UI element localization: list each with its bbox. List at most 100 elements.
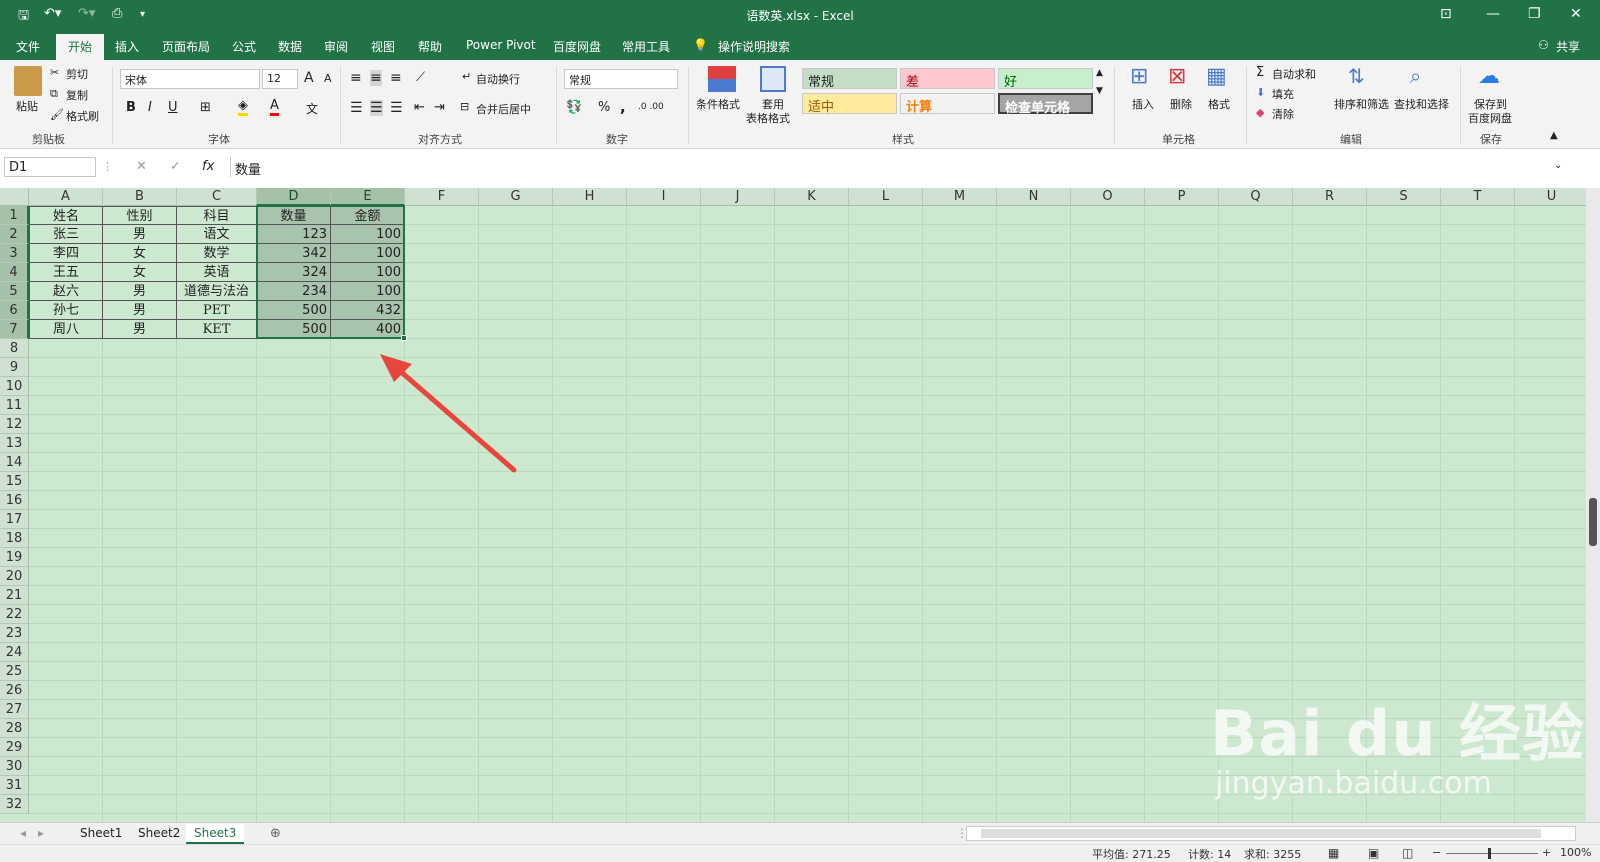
cell-b5[interactable]: 男 xyxy=(103,282,177,301)
copy-icon[interactable]: ⧉ xyxy=(50,87,58,101)
column-header-j[interactable]: J xyxy=(701,188,775,206)
style-good[interactable]: 好 xyxy=(998,68,1093,90)
styles-scroll-up-icon[interactable]: ▲ xyxy=(1096,68,1103,78)
table-format-icon[interactable] xyxy=(760,66,786,92)
row-header-32[interactable]: 32 xyxy=(0,795,29,814)
font-name-select[interactable]: 宋体 xyxy=(120,69,260,89)
cell-c3[interactable]: 数学 xyxy=(177,244,257,263)
tab-power-pivot[interactable]: Power Pivot xyxy=(466,38,536,52)
cell-e6[interactable]: 432 xyxy=(331,301,405,320)
formula-bar-menu-icon[interactable]: ⋮ xyxy=(102,160,113,173)
underline-button[interactable]: U xyxy=(168,100,178,115)
horizontal-scrollbar[interactable] xyxy=(966,826,1576,841)
row-header-17[interactable]: 17 xyxy=(0,510,29,529)
cell-d6[interactable]: 500 xyxy=(257,301,331,320)
conditional-format-button[interactable]: 条件格式 xyxy=(696,96,740,112)
close-icon[interactable]: ✕ xyxy=(1570,6,1582,22)
row-header-1[interactable]: 1 xyxy=(0,206,29,225)
decrease-indent-icon[interactable]: ⇤ xyxy=(414,100,425,115)
formula-input[interactable]: 数量 xyxy=(230,157,1564,178)
tab-view[interactable]: 视图 xyxy=(371,38,395,55)
column-header-c[interactable]: C xyxy=(177,188,257,206)
cut-icon[interactable]: ✂ xyxy=(50,66,59,79)
shrink-font-button[interactable]: A xyxy=(324,72,332,85)
cell-b2[interactable]: 男 xyxy=(103,225,177,244)
tab-home[interactable]: 开始 xyxy=(56,34,105,63)
tab-file[interactable]: 文件 xyxy=(16,38,40,55)
row-header-22[interactable]: 22 xyxy=(0,605,29,624)
paste-icon[interactable] xyxy=(14,66,42,96)
row-header-7[interactable]: 7 xyxy=(0,320,29,339)
tab-data[interactable]: 数据 xyxy=(278,38,302,55)
style-normal[interactable]: 常规 xyxy=(802,68,897,90)
find-select-button[interactable]: 查找和选择 xyxy=(1394,96,1449,112)
zoom-out-icon[interactable]: − xyxy=(1432,846,1441,859)
row-header-15[interactable]: 15 xyxy=(0,472,29,491)
column-header-d[interactable]: D xyxy=(257,188,331,206)
grow-font-button[interactable]: A xyxy=(304,70,314,86)
find-select-icon[interactable]: ⌕ xyxy=(1410,64,1421,88)
copy-button[interactable]: 复制 xyxy=(66,87,88,103)
autosum-button[interactable]: 自动求和 xyxy=(1272,66,1316,82)
column-header-p[interactable]: P xyxy=(1145,188,1219,206)
sheet-tab-3[interactable]: Sheet3 xyxy=(186,824,245,844)
row-header-6[interactable]: 6 xyxy=(0,301,29,320)
cell-b7[interactable]: 男 xyxy=(103,320,177,339)
tab-page-layout[interactable]: 页面布局 xyxy=(162,38,210,55)
orientation-icon[interactable]: ⟋ xyxy=(416,70,425,85)
cell-e4[interactable]: 100 xyxy=(331,263,405,282)
tab-review[interactable]: 审阅 xyxy=(324,38,348,55)
share-button[interactable]: 共享 xyxy=(1556,38,1580,55)
row-header-21[interactable]: 21 xyxy=(0,586,29,605)
bold-button[interactable]: B xyxy=(126,100,136,115)
font-color-button[interactable]: A xyxy=(270,98,279,116)
number-format-select[interactable]: 常规 xyxy=(564,69,678,89)
wrap-text-button[interactable]: 自动换行 xyxy=(476,71,520,87)
tab-insert[interactable]: 插入 xyxy=(115,38,139,55)
cut-button[interactable]: 剪切 xyxy=(66,66,88,82)
style-calculation[interactable]: 计算 xyxy=(900,93,995,115)
zoom-slider[interactable] xyxy=(1446,853,1538,854)
cell-e2[interactable]: 100 xyxy=(331,225,405,244)
cancel-icon[interactable]: ✕ xyxy=(136,159,147,174)
insert-cells-icon[interactable]: ⊞ xyxy=(1130,64,1148,89)
style-neutral[interactable]: 适中 xyxy=(802,93,897,115)
row-header-19[interactable]: 19 xyxy=(0,548,29,567)
page-break-view-icon[interactable]: ◫ xyxy=(1402,846,1413,860)
cell-e7[interactable]: 400 xyxy=(331,320,405,339)
fill-color-icon[interactable]: ◈ xyxy=(238,98,248,116)
row-header-3[interactable]: 3 xyxy=(0,244,29,263)
column-header-r[interactable]: R xyxy=(1293,188,1367,206)
row-header-26[interactable]: 26 xyxy=(0,681,29,700)
row-header-24[interactable]: 24 xyxy=(0,643,29,662)
name-box[interactable]: D1 xyxy=(4,157,96,177)
currency-icon[interactable]: 💱 xyxy=(566,100,582,115)
cell-e1[interactable]: 金额 xyxy=(331,206,405,225)
sort-filter-button[interactable]: 排序和筛选 xyxy=(1334,96,1389,112)
cell-c6[interactable]: PET xyxy=(177,301,257,320)
align-middle-icon[interactable]: ≡ xyxy=(370,70,382,86)
cell-b1[interactable]: 性别 xyxy=(103,206,177,225)
row-header-23[interactable]: 23 xyxy=(0,624,29,643)
row-header-5[interactable]: 5 xyxy=(0,282,29,301)
row-header-12[interactable]: 12 xyxy=(0,415,29,434)
row-header-11[interactable]: 11 xyxy=(0,396,29,415)
zoom-level[interactable]: 100% xyxy=(1560,846,1591,859)
collapse-ribbon-icon[interactable]: ▲ xyxy=(1550,130,1558,141)
zoom-in-icon[interactable]: + xyxy=(1542,846,1551,859)
sheet-tab-1[interactable]: Sheet1 xyxy=(72,824,130,842)
share-icon[interactable]: ⚇ xyxy=(1538,38,1549,52)
table-format-label-2[interactable]: 表格格式 xyxy=(746,110,790,126)
tell-me-search[interactable]: 操作说明搜索 xyxy=(718,38,790,55)
column-header-t[interactable]: T xyxy=(1441,188,1515,206)
eraser-icon[interactable]: ◆ xyxy=(1256,106,1264,119)
increase-indent-icon[interactable]: ⇥ xyxy=(434,100,445,115)
row-header-10[interactable]: 10 xyxy=(0,377,29,396)
cell-a2[interactable]: 张三 xyxy=(29,225,103,244)
row-header-31[interactable]: 31 xyxy=(0,776,29,795)
autosum-icon[interactable]: Σ xyxy=(1256,65,1264,80)
delete-cells-button[interactable]: 删除 xyxy=(1170,96,1192,112)
clear-button[interactable]: 清除 xyxy=(1272,106,1294,122)
column-header-h[interactable]: H xyxy=(553,188,627,206)
align-top-icon[interactable]: ≡ xyxy=(350,70,362,86)
